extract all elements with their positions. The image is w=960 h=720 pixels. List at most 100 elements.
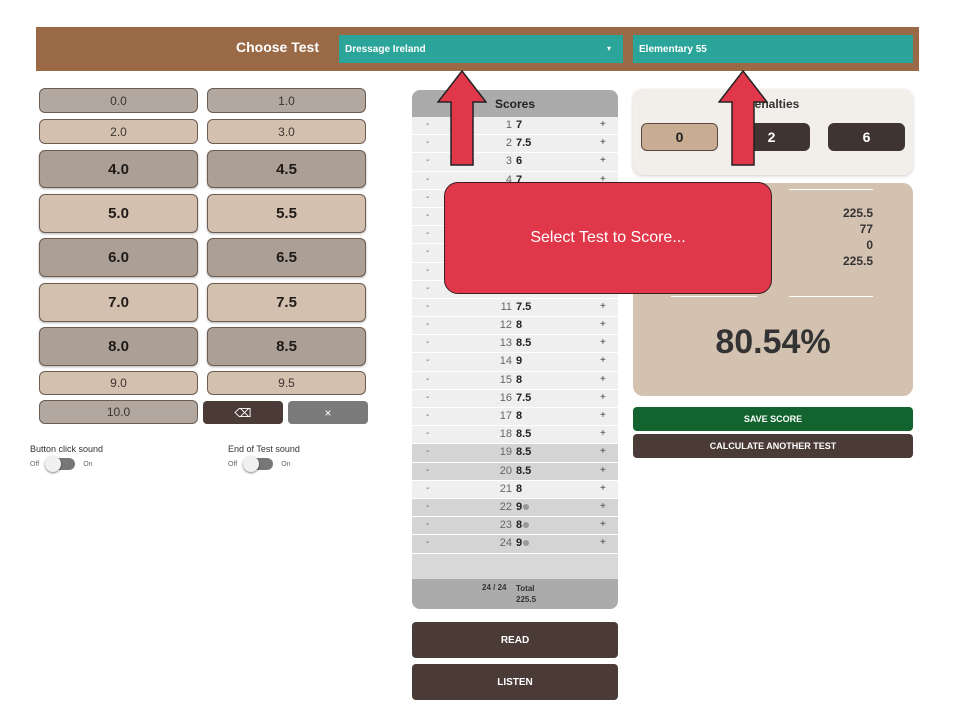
decrement-button[interactable]: - xyxy=(426,483,429,494)
scores-footer: 24 / 24 Total 225.5 xyxy=(412,579,618,609)
scores-panel: Scores -17+-27.5+-36+-47+-57+-67+-77+-87… xyxy=(412,90,618,609)
key-9-0[interactable]: 9.0 xyxy=(39,371,198,395)
decrement-button[interactable]: - xyxy=(426,301,429,312)
increment-button[interactable]: + xyxy=(600,337,606,348)
decrement-button[interactable]: - xyxy=(426,210,429,221)
score-row: - 21 8 + xyxy=(412,480,618,499)
increment-button[interactable]: + xyxy=(600,137,606,148)
movement-score[interactable]: 8.5 xyxy=(516,337,531,349)
calculate-another-test-button[interactable]: CALCULATE ANOTHER TEST xyxy=(633,434,913,458)
penalty-0-button[interactable]: 0 xyxy=(641,123,718,151)
decrement-button[interactable]: - xyxy=(426,465,429,476)
decrement-button[interactable]: - xyxy=(426,374,429,385)
key-6-5[interactable]: 6.5 xyxy=(207,238,366,277)
decrement-button[interactable]: - xyxy=(426,246,429,257)
increment-button[interactable]: + xyxy=(600,355,606,366)
header-bar: Choose Test Dressage Ireland ▾ Elementar… xyxy=(36,27,919,71)
key-8-0[interactable]: 8.0 xyxy=(39,327,198,366)
organisation-dropdown[interactable]: Dressage Ireland ▾ xyxy=(339,35,623,63)
save-score-button[interactable]: SAVE SCORE xyxy=(633,407,913,431)
decrement-button[interactable]: - xyxy=(426,174,429,185)
movement-score[interactable]: 7.5 xyxy=(516,301,531,313)
key-3-0[interactable]: 3.0 xyxy=(207,119,366,144)
decrement-button[interactable]: - xyxy=(426,410,429,421)
increment-button[interactable]: + xyxy=(600,446,606,457)
movement-score[interactable]: 9 xyxy=(516,355,522,367)
increment-button[interactable]: + xyxy=(600,519,606,530)
increment-button[interactable]: + xyxy=(600,374,606,385)
button-click-sound-toggle[interactable] xyxy=(45,456,76,472)
increment-button[interactable]: + xyxy=(600,119,606,130)
movement-score[interactable]: 8.5 xyxy=(516,428,531,440)
decrement-button[interactable]: - xyxy=(426,228,429,239)
coefficient-icon xyxy=(523,522,530,529)
key-1-0[interactable]: 1.0 xyxy=(207,88,366,113)
movement-score-value: 8 xyxy=(516,319,523,332)
movement-score[interactable]: 8.5 xyxy=(516,446,531,458)
decrement-button[interactable]: - xyxy=(426,319,429,330)
decrement-button[interactable]: - xyxy=(426,337,429,348)
movement-score[interactable]: 9 xyxy=(516,500,530,513)
divider xyxy=(789,189,873,190)
chevron-down-icon: ▾ xyxy=(606,44,611,53)
listen-button[interactable]: LISTEN xyxy=(412,664,618,700)
movement-score[interactable]: 8 xyxy=(516,319,522,331)
increment-button[interactable]: + xyxy=(600,483,606,494)
movement-score[interactable]: 8 xyxy=(516,410,522,422)
movement-score[interactable]: 7.5 xyxy=(516,137,531,149)
movement-score[interactable]: 7.5 xyxy=(516,392,531,404)
decrement-button[interactable]: - xyxy=(426,119,429,130)
key-4-5[interactable]: 4.5 xyxy=(207,150,366,188)
key-8-5[interactable]: 8.5 xyxy=(207,327,366,366)
key-7-0[interactable]: 7.0 xyxy=(39,283,198,322)
decrement-button[interactable]: - xyxy=(426,355,429,366)
key-2-0[interactable]: 2.0 xyxy=(39,119,198,144)
movement-score[interactable]: 9 xyxy=(516,537,530,549)
increment-button[interactable]: + xyxy=(600,465,606,476)
increment-button[interactable]: + xyxy=(600,410,606,421)
button-click-sound-label: Button click sound xyxy=(30,444,104,454)
key-6-0[interactable]: 6.0 xyxy=(39,238,198,277)
key-10-0[interactable]: 10.0 xyxy=(39,400,198,424)
decrement-button[interactable]: - xyxy=(426,428,429,439)
increment-button[interactable]: + xyxy=(600,537,606,548)
movement-score[interactable]: 6 xyxy=(516,155,522,167)
penalty-6-button[interactable]: 6 xyxy=(828,123,905,151)
decrement-button[interactable]: - xyxy=(426,501,429,512)
movement-score[interactable]: 8 xyxy=(516,519,530,531)
increment-button[interactable]: + xyxy=(600,301,606,312)
movement-score[interactable]: 8 xyxy=(516,374,522,386)
decrement-button[interactable]: - xyxy=(426,283,429,294)
decrement-button[interactable]: - xyxy=(426,392,429,403)
movement-score-value: 9 xyxy=(516,500,523,513)
key-5-0[interactable]: 5.0 xyxy=(39,194,198,233)
decrement-button[interactable]: - xyxy=(426,537,429,548)
decrement-button[interactable]: - xyxy=(426,519,429,530)
movement-number: 15 xyxy=(499,373,512,386)
end-of-test-sound-toggle[interactable] xyxy=(243,456,274,472)
decrement-button[interactable]: - xyxy=(426,192,429,203)
key-4-0[interactable]: 4.0 xyxy=(39,150,198,188)
increment-button[interactable]: + xyxy=(600,155,606,166)
read-button[interactable]: READ xyxy=(412,622,618,658)
key-5-5[interactable]: 5.5 xyxy=(207,194,366,233)
movement-score[interactable]: 8 xyxy=(516,483,522,495)
key-7-5[interactable]: 7.5 xyxy=(207,283,366,322)
clear-button[interactable]: × xyxy=(288,401,368,424)
decrement-button[interactable]: - xyxy=(426,155,429,166)
total-label: Total xyxy=(516,584,535,593)
decrement-button[interactable]: - xyxy=(426,265,429,276)
key-0-0[interactable]: 0.0 xyxy=(39,88,198,113)
increment-button[interactable]: + xyxy=(600,501,606,512)
backspace-button[interactable]: ⌫ xyxy=(203,401,283,424)
movement-score[interactable]: 8.5 xyxy=(516,465,531,477)
decrement-button[interactable]: - xyxy=(426,137,429,148)
increment-button[interactable]: + xyxy=(600,319,606,330)
increment-button[interactable]: + xyxy=(600,428,606,439)
decrement-button[interactable]: - xyxy=(426,446,429,457)
toggle-on-label: On xyxy=(83,460,93,468)
movement-score[interactable]: 7 xyxy=(516,119,522,131)
test-dropdown[interactable]: Elementary 55 xyxy=(633,35,913,63)
key-9-5[interactable]: 9.5 xyxy=(207,371,366,395)
increment-button[interactable]: + xyxy=(600,392,606,403)
